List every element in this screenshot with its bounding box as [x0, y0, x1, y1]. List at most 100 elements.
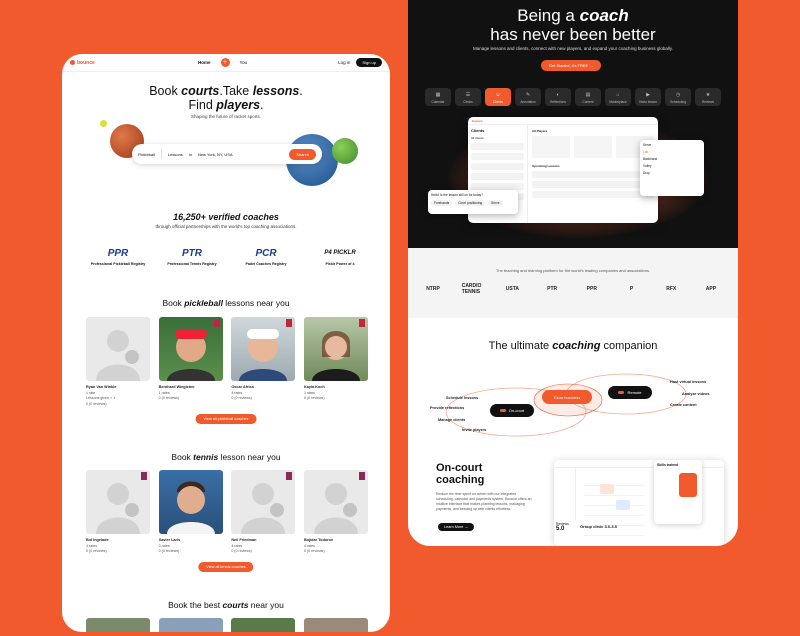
coach-card[interactable]: Ryan Van Winkle 1 rate Lessons given + 1…: [86, 317, 150, 406]
star-icon: ★: [705, 92, 711, 98]
app-topbar: bounce: [468, 117, 658, 125]
pen-icon: ✎: [525, 92, 531, 98]
divider: [160, 149, 162, 159]
verified-count: 16,250+ verified coaches: [173, 212, 279, 222]
list-item[interactable]: Lob: [643, 150, 701, 154]
reviews-card: Reviews 5.0: [554, 520, 580, 546]
chip[interactable]: Forehands: [431, 200, 453, 206]
diagram-label: Invite players: [462, 428, 487, 432]
court-thumbnail[interactable]: [303, 618, 368, 632]
tab-video-lesson[interactable]: ▶ Video lesson: [635, 88, 661, 106]
learn-more-button[interactable]: Learn More →: [438, 523, 475, 531]
trusted-logos: NTRP CARDIO TENNIS USTA PTR PPR P RFX AP…: [422, 282, 722, 296]
tab-annotation[interactable]: ✎ Annotation: [515, 88, 541, 106]
app-brand: bounce: [472, 118, 483, 123]
list-item[interactable]: [471, 153, 524, 160]
avatar-placeholder: [86, 470, 150, 534]
player-site-card: bounce Home + You Log in Sign up Book co…: [62, 54, 390, 632]
bounce-logo-icon: [70, 60, 75, 65]
list-item[interactable]: [471, 163, 524, 170]
nav-home[interactable]: Home: [198, 60, 211, 65]
grow-business-pill: Grow business: [542, 390, 592, 404]
coach-card[interactable]: Xavier Laris 3 rates 0 (0 reviews): [158, 470, 223, 553]
view-tennis-coaches-button[interactable]: View all tennis coaches: [198, 562, 254, 572]
trusted-logo: CARDIO TENNIS: [461, 283, 482, 295]
hero-subtitle: Manage lessons and clients, connect with…: [472, 46, 674, 51]
users-icon: ☺: [495, 92, 501, 98]
pickleball-coaches: Ryan Van Winkle 1 rate Lessons given + 1…: [86, 317, 368, 406]
trusted-logo: RFX: [666, 286, 677, 292]
reflection-icon: ◐: [556, 92, 560, 98]
hero-title: Book courts.Take lessons. Find players.: [149, 84, 303, 112]
tab-clinics[interactable]: ☰ Clinics: [455, 88, 481, 106]
app-main: All Players Upcoming Lessons: [532, 129, 654, 219]
view-pickleball-coaches-button[interactable]: View all pickleball coaches: [195, 414, 257, 424]
bounce-logo[interactable]: bounce: [70, 60, 95, 66]
court-thumbnail[interactable]: [86, 618, 150, 632]
toggle-icon: [499, 409, 506, 412]
diagram-label: Schedule lessons: [446, 396, 479, 400]
remote-pill[interactable]: Remote: [608, 386, 652, 399]
clinic-icon: ☰: [465, 92, 471, 98]
tab-content[interactable]: ▤ Content: [575, 88, 601, 106]
diagram-label: Analyze videos: [682, 392, 710, 396]
table-row[interactable]: [532, 171, 654, 178]
all-players-label: All Players: [532, 129, 548, 133]
search-button[interactable]: Search: [289, 148, 316, 160]
content-icon: ▤: [585, 92, 591, 98]
avatar-placeholder: [231, 470, 296, 534]
tab-reviews[interactable]: ★ Reviews: [695, 88, 721, 106]
coach-card[interactable]: Bol Ingelade 4 rates 0 (0 reviews): [86, 470, 150, 553]
coach-card[interactable]: Neil Friedman 4 rates 0 (0 reviews): [231, 470, 296, 553]
diagram-label: Host virtual lessons: [670, 380, 707, 384]
signup-button[interactable]: Sign up: [356, 58, 382, 67]
coach-card[interactable]: Oscar Africa 4 rates 0 (0 reviews): [231, 317, 296, 406]
list-item[interactable]: Volley: [643, 164, 701, 168]
coach-photo: [158, 317, 223, 381]
tab-reflections[interactable]: ◐ Reflections: [545, 88, 571, 106]
diagram-label: Provide reflections: [430, 406, 465, 410]
hero-title: Being a coach has never been better: [490, 6, 656, 44]
nav-you[interactable]: You: [240, 60, 248, 65]
court-thumbnail[interactable]: [231, 618, 296, 632]
video-icon: ▶: [646, 92, 650, 98]
on-court-pill[interactable]: On-court: [490, 404, 534, 417]
type-select[interactable]: Lessons: [168, 152, 183, 157]
login-link[interactable]: Log in: [338, 60, 350, 65]
add-icon[interactable]: +: [220, 58, 230, 67]
list-item[interactable]: [471, 143, 524, 150]
list-item[interactable]: Backhand: [643, 157, 701, 161]
tab-clients[interactable]: ☺ Clients: [485, 88, 511, 106]
on-court-heading: On-court coaching: [436, 462, 485, 486]
table-row[interactable]: [532, 191, 654, 198]
tab-scheduling[interactable]: ◷ Scheduling: [665, 88, 691, 106]
list-item[interactable]: [471, 183, 524, 190]
coach-card[interactable]: Kayla Koch 1 rates 0 (0 reviews): [303, 317, 368, 406]
coach-card[interactable]: Bojidar Todorov 4 rates 0 (0 reviews): [303, 470, 368, 553]
clients-heading: Clients: [471, 128, 485, 133]
list-item[interactable]: Drop: [643, 171, 701, 175]
list-item[interactable]: Serve: [643, 143, 701, 147]
chat-popup: Hello! Is the lesson still on for today?…: [428, 190, 518, 214]
diagram-label: Create content: [670, 403, 697, 407]
courts-section-title: Book the best courts near you: [168, 600, 284, 610]
location-input[interactable]: New York, NY, USA: [198, 152, 233, 157]
coach-site-card: Being a coach has never been better Mana…: [408, 0, 738, 546]
trusted-logo: PTR: [547, 286, 558, 292]
chip[interactable]: Serve: [488, 200, 503, 206]
get-started-button[interactable]: Get Started, it's FREE →: [541, 60, 602, 71]
partner-pcr: PCR Padel Coaches Registry: [232, 244, 300, 267]
trusted-text: The teaching and learning platform for t…: [495, 268, 651, 273]
tab-marketplace[interactable]: ⌂ Marketplace: [605, 88, 631, 106]
upcoming-lessons-label: Upcoming Lessons: [532, 164, 560, 168]
table-row[interactable]: [532, 181, 654, 188]
skills-card: Skills trained: [654, 460, 702, 524]
coach-card[interactable]: Bernhard Wiegleber 1 rates 0 (0 reviews): [158, 317, 223, 406]
all-clients-label: All clients: [471, 136, 484, 140]
toggle-icon: [618, 391, 625, 394]
chip[interactable]: Court positioning: [455, 200, 486, 206]
court-thumbnail[interactable]: [158, 618, 223, 632]
sport-select[interactable]: Pickleball: [138, 152, 155, 157]
list-item[interactable]: [471, 173, 524, 180]
tab-calendar[interactable]: ▦ Calendar: [425, 88, 451, 106]
